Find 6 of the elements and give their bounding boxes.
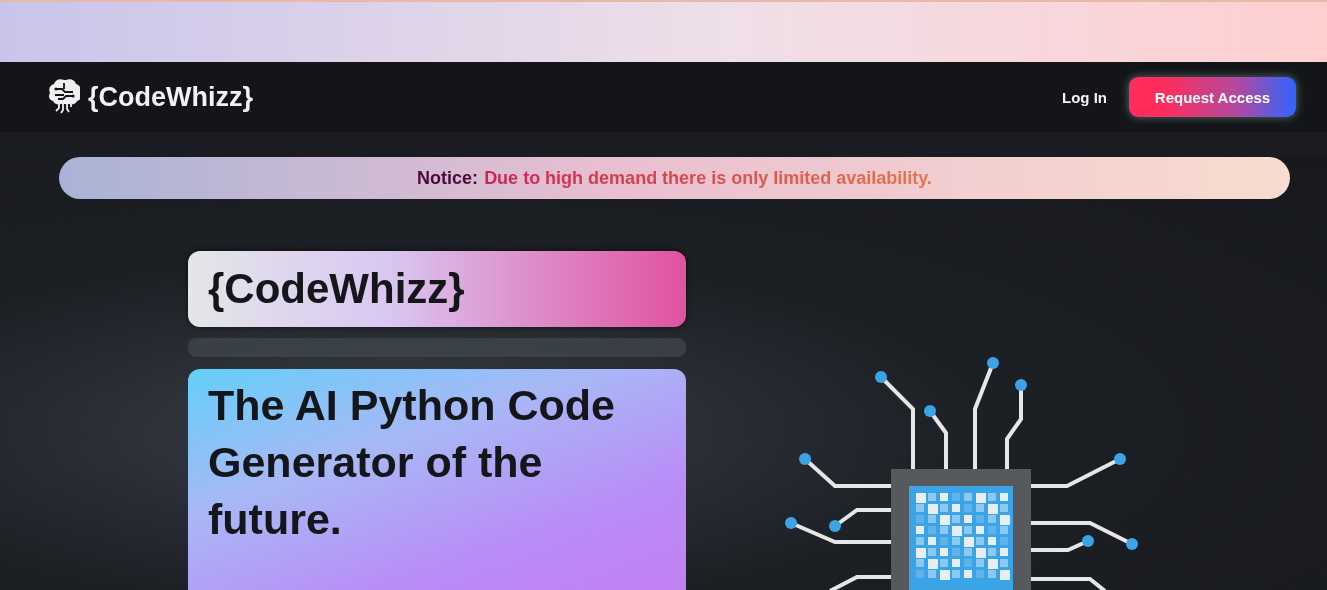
notice-label: Notice: [417,167,479,189]
request-access-button[interactable]: Request Access [1129,77,1296,117]
login-link[interactable]: Log In [1062,88,1107,106]
brand-name: {CodeWhizz} [88,81,253,113]
brand-title-card: {CodeWhizz} [188,251,686,327]
headline-card: The AI Python Code Generator of the future. [188,369,686,590]
